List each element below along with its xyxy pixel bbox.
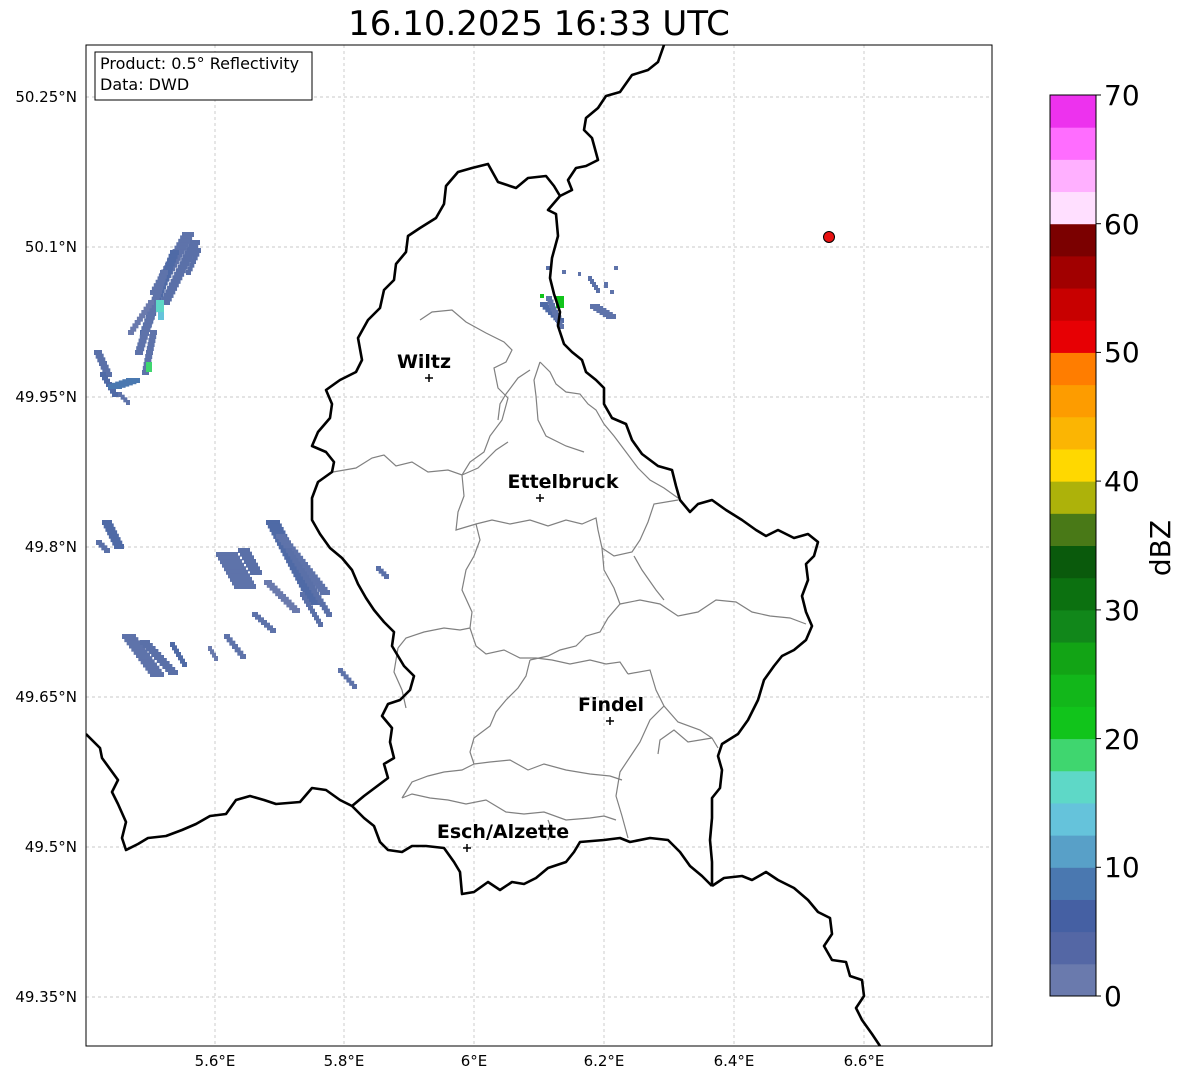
radar-echo-cell: [214, 656, 218, 661]
radar-echo-cell: [135, 350, 143, 355]
radar-echo-cell: [614, 266, 618, 270]
radar-echo-cell: [250, 570, 262, 575]
radar-echo-cell: [128, 330, 134, 335]
colorbar-tick-label: 50: [1104, 336, 1140, 369]
info-box: Product: 0.5° Reflectivity Data: DWD: [94, 51, 313, 101]
radar-echo-cell: [318, 622, 323, 627]
colorbar-tick-label: 40: [1104, 465, 1140, 498]
info-product: Product: 0.5° Reflectivity: [100, 54, 299, 73]
radar-echo-cell: [126, 378, 140, 383]
radar-echo-cell: [156, 300, 164, 312]
radar-echo-cell: [320, 590, 330, 595]
colorbar-segment: [1050, 191, 1096, 225]
radar-echo-cell: [112, 392, 118, 397]
radar-echo-cell: [326, 612, 332, 617]
radar-echo-cell: [578, 272, 581, 276]
colorbar-segment: [1050, 288, 1096, 321]
lat-tick-label: 49.5°N: [25, 838, 77, 856]
colorbar-segment: [1050, 159, 1096, 193]
radar-echo-cell: [604, 282, 608, 288]
colorbar-segment: [1050, 931, 1096, 965]
colorbar-tick-label: 10: [1104, 851, 1140, 884]
colorbar-segment: [1050, 802, 1096, 836]
colorbar-segment: [1050, 320, 1096, 353]
lat-tick-label: 50.25°N: [15, 88, 77, 106]
radar-echo-cell: [146, 362, 152, 372]
lon-tick-label: 6.6°E: [844, 1052, 885, 1070]
colorbar: 0 10 20 30 40 50 60 70 dBZ: [1049, 79, 1177, 1013]
lon-tick-label: 6.4°E: [714, 1052, 755, 1070]
lon-tick-label: 5.6°E: [195, 1052, 236, 1070]
info-data-source: Data: DWD: [100, 75, 189, 94]
colorbar-segment: [1050, 738, 1096, 772]
colorbar-tick-label: 60: [1104, 208, 1140, 241]
city-label-findel: Findel: [578, 694, 644, 716]
colorbar-tick-label: 70: [1104, 79, 1140, 112]
colorbar-segment: [1050, 384, 1096, 418]
colorbar-segment: [1050, 352, 1096, 386]
radar-echo-cell: [546, 266, 550, 270]
city-label-esch-alzette: Esch/Alzette: [437, 821, 569, 843]
colorbar-segment: [1050, 674, 1096, 707]
radar-echo-cell: [168, 670, 178, 675]
radar-echo-cell: [114, 544, 124, 549]
city-label-wiltz: Wiltz: [397, 351, 451, 373]
colorbar-segment: [1050, 770, 1096, 804]
radar-echo-cell: [292, 608, 300, 613]
lon-tick-label: 6°E: [461, 1052, 488, 1070]
colorbar-segment: [1050, 867, 1096, 900]
radar-echo-cell: [610, 290, 614, 294]
radar-echo-cell: [352, 684, 357, 689]
colorbar-segments: [1050, 95, 1096, 997]
radar-echo-cell: [186, 270, 191, 275]
colorbar-tick-label: 20: [1104, 723, 1140, 756]
colorbar-segment: [1050, 255, 1096, 289]
lon-tick-label: 6.2°E: [584, 1052, 625, 1070]
radar-echo-cell: [562, 270, 566, 274]
radar-echo-cell: [150, 672, 164, 677]
lat-tick-label: 50.1°N: [25, 238, 77, 256]
city-label-ettelbruck: Ettelbruck: [508, 471, 619, 493]
lat-tick-label: 49.65°N: [15, 688, 77, 706]
colorbar-segment: [1050, 963, 1096, 997]
radar-echo-cell: [270, 628, 276, 633]
radar-echo-cell: [126, 400, 130, 405]
radar-echo-cell: [104, 548, 110, 553]
lat-tick-label: 49.35°N: [15, 988, 77, 1006]
colorbar-segment: [1050, 835, 1096, 868]
colorbar-segment: [1050, 642, 1096, 675]
colorbar-segment: [1050, 416, 1096, 450]
lon-tick-label: 5.8°E: [324, 1052, 365, 1070]
radar-echo-cell: [596, 288, 600, 293]
colorbar-label: dBZ: [1144, 520, 1177, 576]
colorbar-ticks: [1096, 94, 1101, 997]
colorbar-segment: [1050, 706, 1096, 740]
radar-echo-cell: [540, 294, 544, 298]
latitude-axis: 50.25°N 50.1°N 49.95°N 49.8°N 49.65°N 49…: [15, 88, 77, 1006]
radar-echo-cell: [234, 584, 256, 589]
radar-site-marker: [823, 231, 835, 243]
colorbar-segment: [1050, 223, 1096, 257]
colorbar-segment: [1050, 899, 1096, 933]
radar-echo-cell: [606, 314, 616, 319]
longitude-axis: 5.6°E 5.8°E 6°E 6.2°E 6.4°E 6.6°E: [195, 1052, 885, 1070]
radar-map-figure: Wiltz Ettelbruck Findel Esch/Alzette Pro…: [15, 44, 1177, 1070]
colorbar-segment: [1050, 545, 1096, 579]
colorbar-tick-label: 0: [1104, 980, 1122, 1013]
colorbar-segment: [1050, 609, 1096, 643]
colorbar-segment: [1050, 95, 1096, 128]
colorbar-segment: [1050, 448, 1096, 482]
colorbar-segment: [1050, 513, 1096, 546]
colorbar-segment: [1050, 127, 1096, 160]
lat-tick-label: 49.8°N: [25, 538, 77, 556]
colorbar-segment: [1050, 577, 1096, 611]
radar-echo-cell: [158, 312, 164, 320]
colorbar-segment: [1050, 481, 1096, 514]
lat-tick-label: 49.95°N: [15, 388, 77, 406]
radar-echo-cell: [182, 662, 187, 667]
radar-echo-cell: [240, 654, 246, 659]
radar-echo-cell: [384, 574, 389, 579]
map-panel: Wiltz Ettelbruck Findel Esch/Alzette Pro…: [85, 44, 993, 1047]
colorbar-tick-label: 30: [1104, 594, 1140, 627]
